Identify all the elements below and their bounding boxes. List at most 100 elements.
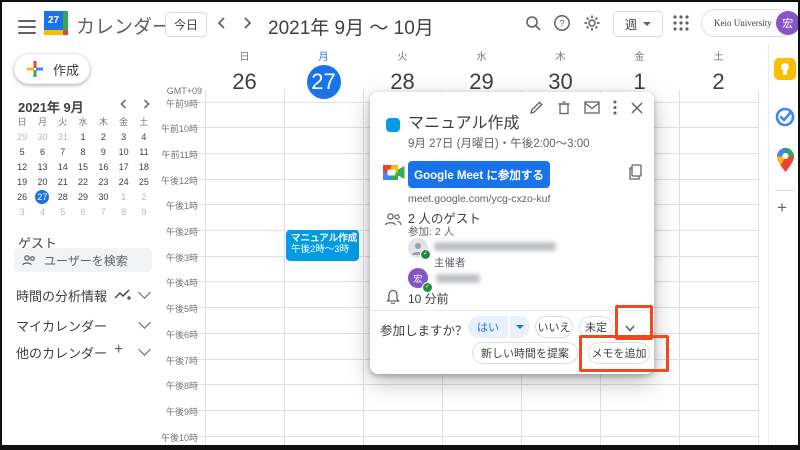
insights-chevron-icon[interactable] bbox=[138, 286, 151, 299]
mini-calendar-day[interactable]: 7 bbox=[53, 144, 73, 159]
mini-calendar-day[interactable]: 16 bbox=[93, 159, 113, 174]
rsvp-yes-button[interactable]: はい bbox=[468, 316, 508, 338]
mini-calendar-day[interactable]: 30 bbox=[93, 189, 113, 204]
copy-icon[interactable] bbox=[628, 164, 643, 180]
mini-calendar-day[interactable]: 14 bbox=[53, 159, 73, 174]
day-of-week-label: 日 bbox=[205, 48, 284, 63]
mini-calendar-day[interactable]: 20 bbox=[32, 174, 52, 189]
edit-pencil-icon[interactable] bbox=[529, 100, 544, 115]
next-week-icon[interactable] bbox=[238, 14, 256, 32]
prev-week-icon[interactable] bbox=[213, 14, 231, 32]
mini-calendar-day[interactable]: 27 bbox=[35, 190, 49, 204]
time-label: 午前9時 bbox=[152, 97, 198, 111]
mini-calendar-day[interactable]: 5 bbox=[12, 144, 32, 159]
time-label: 午後5時 bbox=[152, 302, 198, 316]
get-addons-plus-icon[interactable]: + bbox=[777, 198, 787, 218]
mini-calendar-day[interactable]: 29 bbox=[73, 189, 93, 204]
close-icon[interactable] bbox=[630, 101, 644, 115]
calendar-logo-icon[interactable]: 27 bbox=[44, 11, 68, 35]
mini-calendar-day[interactable]: 23 bbox=[93, 174, 113, 189]
user-avatar[interactable]: 宏 bbox=[776, 11, 800, 35]
day-number[interactable]: 27 bbox=[307, 65, 341, 99]
rsvp-no-button[interactable]: いいえ bbox=[535, 316, 573, 338]
rsvp-yes-split-button[interactable]: はい bbox=[468, 316, 530, 338]
mini-calendar-day[interactable]: 26 bbox=[12, 189, 32, 204]
mini-calendar-weekday: 木 bbox=[93, 114, 113, 129]
settings-gear-icon[interactable] bbox=[583, 14, 601, 32]
mini-calendar-day[interactable]: 1 bbox=[73, 129, 93, 144]
day-of-week-label: 月 bbox=[284, 48, 363, 63]
mini-calendar-day[interactable]: 4 bbox=[32, 204, 52, 219]
event-color-swatch bbox=[386, 118, 400, 132]
guests-people-icon bbox=[384, 212, 402, 226]
mini-calendar-day[interactable]: 8 bbox=[113, 204, 133, 219]
mini-calendar-day[interactable]: 10 bbox=[113, 144, 133, 159]
maps-icon[interactable] bbox=[777, 148, 794, 172]
search-icon[interactable] bbox=[524, 14, 542, 32]
my-calendars-section-label[interactable]: マイカレンダー bbox=[16, 316, 107, 335]
mini-calendar-day[interactable]: 2 bbox=[93, 129, 113, 144]
mini-calendar-day[interactable]: 7 bbox=[93, 204, 113, 219]
other-calendars-chevron-icon[interactable] bbox=[138, 343, 151, 356]
create-button[interactable]: 作成 bbox=[14, 54, 90, 84]
mini-calendar-day[interactable]: 3 bbox=[12, 204, 32, 219]
mini-calendar-day[interactable]: 13 bbox=[32, 159, 52, 174]
more-options-kebab-icon[interactable] bbox=[613, 100, 617, 115]
annotation-box-add-note bbox=[579, 335, 669, 372]
tasks-icon[interactable] bbox=[774, 106, 796, 128]
other-calendars-section-label[interactable]: 他のカレンダー bbox=[16, 343, 107, 362]
keep-icon[interactable] bbox=[774, 58, 796, 80]
mini-calendar-day[interactable]: 17 bbox=[113, 159, 133, 174]
mini-calendar-day[interactable]: 1 bbox=[113, 189, 133, 204]
view-selector-dropdown[interactable]: 週 bbox=[613, 11, 663, 37]
popup-event-datetime: 9月 27日 (月曜日)・午後2:00〜3:00 bbox=[408, 135, 590, 151]
day-number[interactable]: 26 bbox=[228, 65, 262, 99]
event-details-popup: マニュアル作成 9月 27日 (月曜日)・午後2:00〜3:00 Google … bbox=[370, 92, 654, 374]
help-icon[interactable]: ? bbox=[553, 14, 571, 32]
time-label: 午後10時 bbox=[152, 431, 198, 445]
meet-link[interactable]: meet.google.com/ycg-cxzo-kuf bbox=[408, 193, 550, 205]
mini-calendar-day[interactable]: 31 bbox=[53, 129, 73, 144]
mini-calendar-day[interactable]: 19 bbox=[12, 174, 32, 189]
mini-calendar-day[interactable]: 6 bbox=[73, 204, 93, 219]
day-number[interactable]: 2 bbox=[702, 65, 736, 99]
mini-calendar-day[interactable]: 15 bbox=[73, 159, 93, 174]
day-header[interactable]: 月 27 bbox=[284, 48, 363, 99]
time-label: 午後8時 bbox=[152, 379, 198, 393]
apps-grid-icon[interactable] bbox=[672, 14, 690, 32]
insights-section-label[interactable]: 時間の分析情報 bbox=[16, 286, 107, 305]
search-users-input[interactable]: ユーザーを検索 bbox=[14, 248, 152, 272]
account-name: Keio University bbox=[714, 18, 772, 28]
create-button-label: 作成 bbox=[53, 60, 79, 79]
mini-calendar-day[interactable]: 9 bbox=[93, 144, 113, 159]
add-calendar-plus-icon[interactable]: + bbox=[114, 341, 123, 359]
mini-cal-next-icon[interactable] bbox=[140, 98, 152, 110]
hamburger-menu-icon[interactable] bbox=[18, 16, 36, 38]
mini-calendar-day[interactable]: 6 bbox=[32, 144, 52, 159]
my-calendars-chevron-icon[interactable] bbox=[138, 316, 151, 329]
guest-attending-count: 参加: 2 人 bbox=[408, 224, 454, 239]
mini-cal-prev-icon[interactable] bbox=[118, 98, 130, 110]
account-badge[interactable]: Keio University 宏 bbox=[701, 9, 796, 37]
day-column-line bbox=[205, 90, 206, 445]
mini-calendar-day[interactable]: 28 bbox=[53, 189, 73, 204]
delete-trash-icon[interactable] bbox=[557, 100, 571, 115]
mini-calendar-day[interactable]: 3 bbox=[113, 129, 133, 144]
mini-calendar-day[interactable]: 21 bbox=[53, 174, 73, 189]
day-header[interactable]: 土2 bbox=[679, 48, 758, 99]
join-meet-button[interactable]: Google Meet に参加する bbox=[408, 161, 550, 188]
day-header[interactable]: 日 26 bbox=[205, 48, 284, 99]
rsvp-yes-dropdown[interactable] bbox=[510, 316, 530, 338]
mini-calendar-day[interactable]: 22 bbox=[73, 174, 93, 189]
propose-new-time-button[interactable]: 新しい時間を提案 bbox=[472, 342, 578, 364]
mini-calendar-day[interactable]: 29 bbox=[12, 129, 32, 144]
calendar-event-manual-creation[interactable]: マニュアル作成 午後2時〜3時 bbox=[286, 230, 359, 261]
mini-calendar-day[interactable]: 24 bbox=[113, 174, 133, 189]
date-range-title[interactable]: 2021年 9月 〜 10月 bbox=[268, 13, 434, 40]
mini-calendar-day[interactable]: 30 bbox=[32, 129, 52, 144]
today-button[interactable]: 今日 bbox=[165, 12, 207, 37]
mini-calendar-day[interactable]: 8 bbox=[73, 144, 93, 159]
email-envelope-icon[interactable] bbox=[584, 101, 600, 114]
mini-calendar-day[interactable]: 12 bbox=[12, 159, 32, 174]
mini-calendar-day[interactable]: 5 bbox=[53, 204, 73, 219]
